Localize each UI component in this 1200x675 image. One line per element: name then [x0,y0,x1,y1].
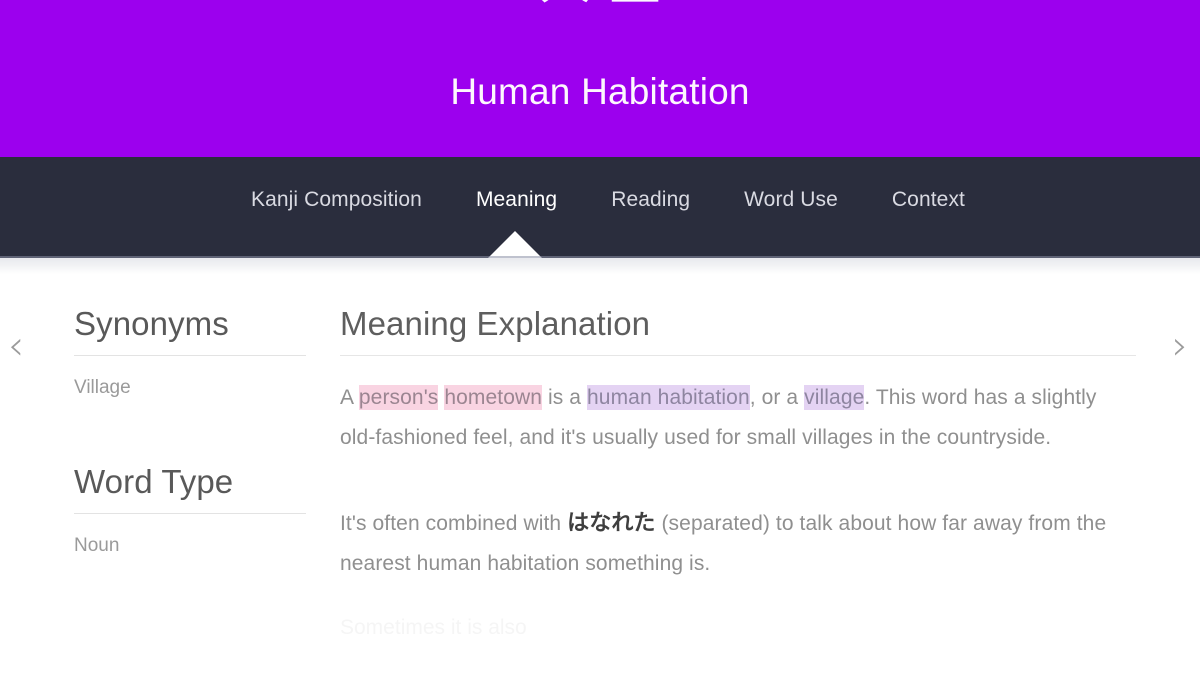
chevron-left-icon[interactable]: ‹ [8,326,24,366]
sidebar-divider [74,355,306,356]
header-kanji-characters: 人里 [0,0,1200,8]
sidebar-value-word-type: Noun [74,535,120,556]
tab-reading[interactable]: Reading [584,187,717,213]
highlight-village: village [804,385,865,410]
active-tab-triangle-up-icon [488,231,542,258]
clipped-next-paragraph: Sometimes it is also [340,616,527,639]
tab-kanji-composition[interactable]: Kanji Composition [224,187,449,213]
main-column: Meaning Explanation A person's hometown … [340,304,1136,648]
header-banner: 人里 Human Habitation [0,0,1200,157]
sidebar-value-synonyms: Village [74,377,131,398]
meaning-paragraph-1: A person's hometown is a human habitatio… [340,378,1130,458]
tab-list: Kanji Composition Meaning Reading Word U… [0,187,1200,213]
section-heading-meaning-explanation: Meaning Explanation [340,305,651,342]
sidebar: Synonyms Village Word Type Noun [74,304,306,558]
meaning-paragraph-2: It's often combined with はなれた (separated… [340,504,1130,584]
content-area: ‹ › Synonyms Village Word Type Noun Mean… [0,274,1200,675]
highlight-hometown: hometown [444,385,543,410]
para1-seg-a: A [340,386,359,409]
para2-seg-a: It's often combined with [340,512,568,535]
sidebar-block-synonyms: Synonyms Village [74,304,306,400]
sidebar-heading-word-type: Word Type [74,463,234,500]
para1-seg-c: is a [542,386,588,409]
tab-context[interactable]: Context [865,187,992,213]
tab-meaning[interactable]: Meaning [449,187,584,213]
highlight-persons: person's [358,385,439,410]
japanese-term-hanareta: はなれた [567,511,656,536]
sidebar-block-word-type: Word Type Noun [74,462,306,558]
section-divider [340,355,1136,356]
page-title: Human Habitation [450,71,750,112]
tab-word-use[interactable]: Word Use [717,187,865,213]
sidebar-heading-synonyms: Synonyms [74,305,229,342]
highlight-human-habitation: human habitation [587,385,750,410]
sidebar-divider [74,513,306,514]
chevron-right-icon[interactable]: › [1172,326,1188,366]
para1-seg-d: , or a [749,386,805,409]
tab-navigation-bar: Kanji Composition Meaning Reading Word U… [0,157,1200,258]
nav-bottom-shadow [0,258,1200,274]
